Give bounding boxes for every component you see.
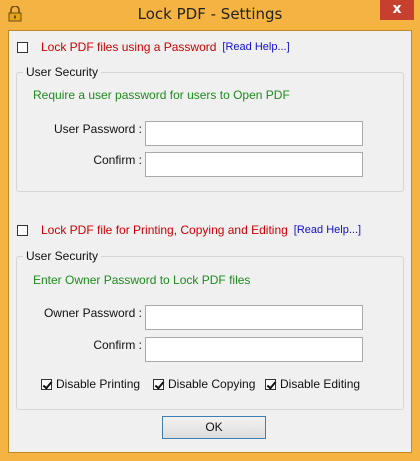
owner-password-hint: Enter Owner Password to Lock PDF files — [33, 273, 251, 287]
user-confirm-input[interactable] — [145, 152, 363, 177]
user-password-hint: Require a user password for users to Ope… — [33, 88, 290, 102]
group-title-1: User Security — [23, 65, 102, 79]
lock-permissions-checkbox[interactable] — [17, 224, 28, 236]
lock-open-label[interactable]: Lock PDF files using a Password — [41, 40, 216, 54]
close-icon: x — [392, 1, 402, 17]
lock-open-checkbox[interactable] — [17, 41, 28, 53]
disable-editing-label[interactable]: Disable Editing — [280, 377, 360, 391]
ok-button[interactable]: OK — [162, 416, 266, 439]
owner-password-input[interactable] — [145, 305, 363, 330]
window-title: Lock PDF - Settings — [137, 5, 283, 23]
disable-editing-option[interactable]: Disable Editing — [265, 377, 360, 391]
user-security-group-1: User Security Require a user password fo… — [16, 65, 404, 192]
disable-printing-checkbox[interactable] — [41, 378, 52, 390]
user-confirm-label: Confirm : — [93, 153, 142, 167]
owner-password-option[interactable]: Lock PDF file for Printing, Copying and … — [17, 223, 361, 237]
user-password-option[interactable]: Lock PDF files using a Password [Read He… — [17, 40, 290, 54]
read-help-link-2[interactable]: [Read Help...] — [294, 224, 361, 236]
dialog-body: Lock PDF files using a Password [Read He… — [8, 30, 412, 453]
owner-confirm-input[interactable] — [145, 337, 363, 362]
group-title-2: User Security — [23, 249, 102, 263]
close-button[interactable]: x — [380, 0, 414, 20]
disable-editing-checkbox[interactable] — [265, 378, 276, 390]
owner-confirm-label: Confirm : — [93, 338, 142, 352]
user-password-input[interactable] — [145, 121, 363, 146]
disable-copying-label[interactable]: Disable Copying — [168, 377, 255, 391]
title-bar[interactable]: Lock PDF - Settings x — [0, 0, 420, 30]
disable-copying-option[interactable]: Disable Copying — [153, 377, 255, 391]
disable-printing-label[interactable]: Disable Printing — [56, 377, 140, 391]
disable-printing-option[interactable]: Disable Printing — [41, 377, 140, 391]
owner-password-label: Owner Password : — [43, 306, 142, 320]
read-help-link-1[interactable]: [Read Help...] — [222, 41, 289, 53]
lock-permissions-label[interactable]: Lock PDF file for Printing, Copying and … — [41, 223, 288, 237]
user-security-group-2: User Security Enter Owner Password to Lo… — [16, 249, 404, 410]
disable-copying-checkbox[interactable] — [153, 378, 164, 390]
settings-window: Lock PDF - Settings x Lock PDF files usi… — [0, 0, 420, 461]
user-password-label: User Password : — [53, 122, 142, 136]
